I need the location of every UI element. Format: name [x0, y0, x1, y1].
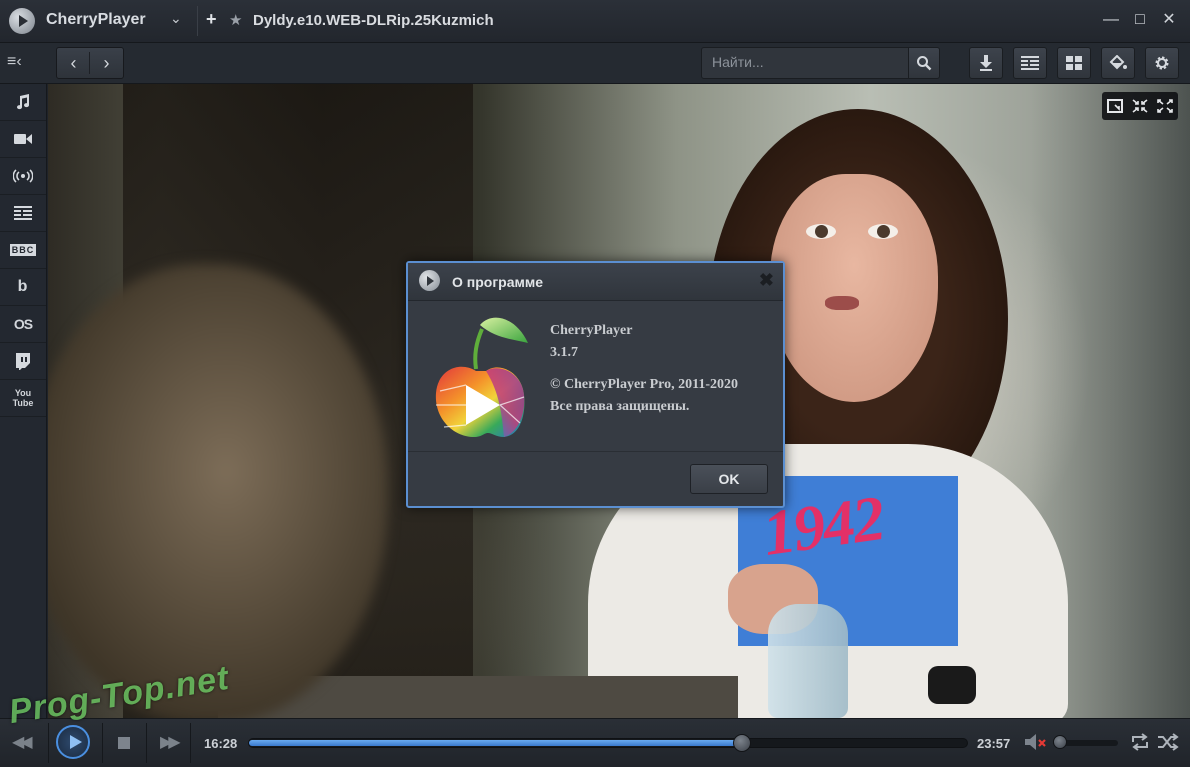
- search-button[interactable]: [908, 47, 940, 79]
- dialog-title: О программе: [452, 274, 544, 290]
- search-input[interactable]: [702, 48, 912, 76]
- video-scene-blurred-head: [48, 264, 388, 718]
- sidebar-item-lastfm[interactable]: OS: [0, 306, 46, 343]
- volume-muted-icon[interactable]: [1024, 733, 1048, 751]
- total-time: 23:57: [977, 736, 1011, 751]
- video-camera-icon: [14, 134, 32, 144]
- sidebar-item-radio[interactable]: [0, 158, 46, 195]
- app-title: CherryPlayer: [46, 11, 146, 28]
- download-button[interactable]: [969, 47, 1003, 79]
- dialog-rights: Все права защищены.: [550, 399, 690, 414]
- music-note-icon: [17, 94, 30, 110]
- list-view-icon: [1021, 56, 1039, 70]
- repeat-icon[interactable]: [1130, 733, 1150, 751]
- sidebar-item-video[interactable]: [0, 121, 46, 158]
- minimize-icon[interactable]: —: [1100, 9, 1122, 31]
- dialog-footer: OK: [408, 451, 783, 507]
- controls-divider: [48, 723, 49, 763]
- toolbar: ≡‹ ‹ ›: [0, 43, 1190, 84]
- sidebar-item-youtube[interactable]: You Tube: [0, 380, 46, 417]
- play-button[interactable]: [56, 725, 90, 759]
- sidebar-item-beatport[interactable]: b: [0, 269, 46, 306]
- video-scene-watch: [928, 666, 976, 704]
- next-icon[interactable]: ▶▶: [160, 732, 181, 752]
- download-icon: [980, 55, 992, 71]
- nav-buttons: ‹ ›: [56, 47, 124, 79]
- stop-icon[interactable]: [118, 737, 130, 749]
- elapsed-time: 16:28: [204, 736, 238, 751]
- paint-bucket-icon: [1109, 55, 1127, 70]
- radio-broadcast-icon: [13, 169, 33, 183]
- title-bar: CherryPlayer ⌄ + ★ Dyldy.e10.WEB-DLRip.2…: [0, 0, 1190, 43]
- sidebar-toggle-icon[interactable]: ≡‹: [7, 53, 22, 71]
- tv-guide-icon: [14, 206, 32, 220]
- seek-bar-fill: [249, 740, 742, 746]
- volume-thumb[interactable]: [1052, 735, 1067, 749]
- youtube-icon: You Tube: [12, 388, 34, 408]
- close-icon[interactable]: ✕: [1158, 9, 1180, 31]
- playlist-view-button[interactable]: [1013, 47, 1047, 79]
- video-scene-bottle: [768, 604, 848, 718]
- shuffle-icon[interactable]: [1157, 733, 1179, 751]
- search-icon: [917, 56, 932, 71]
- fullscreen-icon[interactable]: [1157, 99, 1174, 113]
- bbc-icon: BBC: [9, 244, 37, 256]
- controls-divider: [190, 723, 191, 763]
- playback-controls: ◀◀ ▶▶ 16:28 23:57: [0, 718, 1190, 767]
- dialog-app-icon: [419, 270, 440, 291]
- dialog-version: 3.1.7: [550, 345, 578, 360]
- beatport-icon: b: [17, 278, 29, 295]
- sidebar-item-tv[interactable]: [0, 195, 46, 232]
- back-button[interactable]: ‹: [57, 48, 90, 78]
- app-logo-icon[interactable]: [9, 8, 35, 34]
- gear-icon: [1155, 56, 1169, 70]
- dialog-body: CherryPlayer 3.1.7 © CherryPlayer Pro, 2…: [408, 301, 783, 451]
- add-tab-icon[interactable]: +: [206, 9, 217, 30]
- cherry-logo-icon: [435, 317, 528, 437]
- video-scene-eye: [806, 224, 836, 239]
- sidebar-item-bbc[interactable]: BBC: [0, 232, 46, 269]
- maximize-icon[interactable]: □: [1129, 9, 1151, 31]
- title-divider: [197, 6, 198, 36]
- dialog-header: О программе ✖: [408, 263, 783, 301]
- sidebar-item-twitch[interactable]: [0, 343, 46, 380]
- settings-button[interactable]: [1145, 47, 1179, 79]
- video-scene-eye: [868, 224, 898, 239]
- seek-bar[interactable]: [248, 734, 968, 752]
- sidebar-item-music[interactable]: [0, 84, 46, 121]
- picture-in-picture-icon[interactable]: [1106, 99, 1123, 113]
- video-scene-face: [770, 174, 938, 402]
- seek-bar-thumb[interactable]: [732, 734, 751, 752]
- forward-button[interactable]: ›: [90, 48, 123, 78]
- favorite-star-icon[interactable]: ★: [229, 11, 242, 29]
- volume-slider[interactable]: [1052, 735, 1118, 749]
- controls-divider: [146, 723, 147, 763]
- controls-divider: [102, 723, 103, 763]
- ok-button[interactable]: OK: [690, 464, 768, 494]
- collapse-arrows-icon[interactable]: [1132, 99, 1148, 113]
- grid-view-button[interactable]: [1057, 47, 1091, 79]
- previous-icon[interactable]: ◀◀: [12, 732, 33, 752]
- video-corner-tools: [1102, 92, 1178, 120]
- dialog-copyright: © CherryPlayer Pro, 2011-2020: [550, 377, 739, 392]
- dialog-close-icon[interactable]: ✖: [759, 270, 774, 291]
- dialog-product-name: CherryPlayer: [550, 323, 633, 338]
- search-box: [701, 47, 912, 79]
- sidebar: BBC b OS You Tube: [0, 84, 47, 718]
- twitch-icon: [16, 352, 30, 370]
- app-menu-chevron-icon[interactable]: ⌄: [170, 10, 182, 27]
- theme-button[interactable]: [1101, 47, 1135, 79]
- video-scene-mouth: [825, 296, 859, 310]
- grid-view-icon: [1066, 56, 1082, 70]
- current-file-title: Dyldy.e10.WEB-DLRip.25Kuzmich: [253, 12, 494, 29]
- about-dialog: О программе ✖ CherryPlayer 3.1.7 © Cherr…: [406, 261, 785, 508]
- lastfm-icon: OS: [13, 316, 33, 332]
